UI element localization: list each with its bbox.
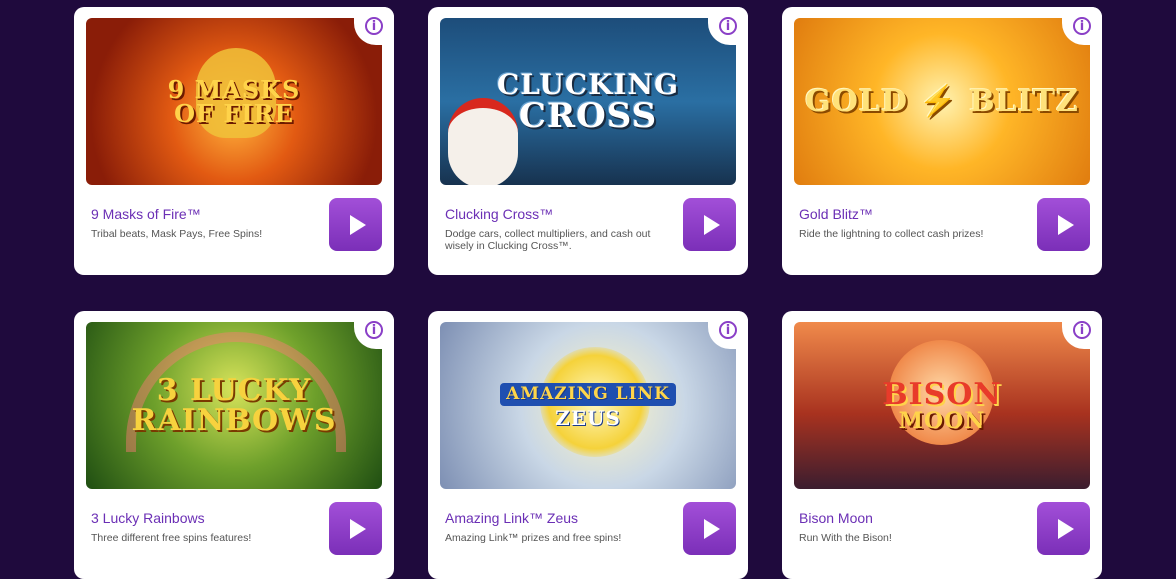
- info-icon: i: [1073, 17, 1091, 35]
- game-logo: CLUCKING CROSS: [496, 67, 680, 136]
- game-title[interactable]: Gold Blitz™: [799, 206, 873, 222]
- game-title[interactable]: 3 Lucky Rainbows: [91, 510, 205, 526]
- game-card-9-masks-of-fire[interactable]: 9 MASKS OF FIRE i 9 Masks of Fire™ Triba…: [74, 7, 394, 275]
- game-logo: 3 LUCKY RAINBOWS: [131, 372, 337, 438]
- game-thumbnail[interactable]: BISON MOON: [794, 322, 1090, 489]
- logo-text-line2: OF FIRE: [174, 98, 294, 128]
- game-logo: 9 MASKS OF FIRE: [167, 74, 301, 128]
- play-icon: [349, 214, 366, 235]
- game-title[interactable]: Bison Moon: [799, 510, 873, 526]
- info-icon: i: [719, 17, 737, 35]
- game-description: Three different free spins features!: [91, 532, 252, 544]
- game-thumbnail[interactable]: 9 MASKS OF FIRE: [86, 18, 382, 185]
- game-thumbnail[interactable]: 3 LUCKY RAINBOWS: [86, 322, 382, 489]
- play-button[interactable]: [683, 198, 736, 251]
- game-card-gold-blitz[interactable]: GOLD ⚡ BLITZ i Gold Blitz™ Ride the ligh…: [782, 7, 1102, 275]
- game-card-amazing-link-zeus[interactable]: AMAZING LINK ZEUS i Amazing Link™ Zeus A…: [428, 311, 748, 579]
- play-icon: [703, 214, 720, 235]
- logo-text-line2: MOON: [898, 407, 986, 434]
- logo-text-line1: BISON: [882, 376, 1002, 412]
- game-thumbnail[interactable]: GOLD ⚡ BLITZ: [794, 18, 1090, 185]
- logo-text-line1: CLUCKING: [496, 67, 680, 101]
- play-button[interactable]: [1037, 198, 1090, 251]
- logo-text-line2: ZEUS: [555, 406, 621, 430]
- logo-text-line1: 3 LUCKY: [156, 372, 312, 408]
- game-description: Dodge cars, collect multipliers, and cas…: [445, 228, 651, 252]
- game-description: Run With the Bison!: [799, 532, 892, 544]
- game-card-3-lucky-rainbows[interactable]: 3 LUCKY RAINBOWS i 3 Lucky Rainbows Thre…: [74, 311, 394, 579]
- logo-text-line2: RAINBOWS: [131, 402, 337, 438]
- play-button[interactable]: [683, 502, 736, 555]
- game-description: Amazing Link™ prizes and free spins!: [445, 532, 622, 544]
- info-icon: i: [365, 17, 383, 35]
- play-button[interactable]: [329, 502, 382, 555]
- game-description: Tribal beats, Mask Pays, Free Spins!: [91, 228, 263, 240]
- play-icon: [349, 518, 366, 539]
- logo-text-line1: AMAZING LINK: [500, 383, 676, 406]
- game-description: Ride the lightning to collect cash prize…: [799, 228, 984, 240]
- play-button[interactable]: [329, 198, 382, 251]
- info-icon: i: [365, 321, 383, 339]
- game-thumbnail[interactable]: CLUCKING CROSS: [440, 18, 736, 185]
- info-icon: i: [719, 321, 737, 339]
- logo-text-line1: GOLD ⚡ BLITZ: [805, 83, 1079, 119]
- game-logo: BISON MOON: [882, 376, 1002, 434]
- game-logo: AMAZING LINK ZEUS: [500, 383, 676, 428]
- game-grid: 9 MASKS OF FIRE i 9 Masks of Fire™ Triba…: [0, 0, 1176, 579]
- play-icon: [1057, 214, 1074, 235]
- game-title[interactable]: Clucking Cross™: [445, 206, 553, 222]
- play-icon: [1057, 518, 1074, 539]
- game-thumbnail[interactable]: AMAZING LINK ZEUS: [440, 322, 736, 489]
- play-icon: [703, 518, 720, 539]
- logo-text-line1: 9 MASKS: [167, 74, 301, 104]
- game-title[interactable]: Amazing Link™ Zeus: [445, 510, 578, 526]
- game-logo: GOLD ⚡ BLITZ: [805, 83, 1079, 119]
- logo-text-line2: CROSS: [518, 95, 658, 136]
- game-title[interactable]: 9 Masks of Fire™: [91, 206, 201, 222]
- game-card-clucking-cross[interactable]: CLUCKING CROSS i Clucking Cross™ Dodge c…: [428, 7, 748, 275]
- info-icon: i: [1073, 321, 1091, 339]
- game-card-bison-moon[interactable]: BISON MOON i Bison Moon Run With the Bis…: [782, 311, 1102, 579]
- play-button[interactable]: [1037, 502, 1090, 555]
